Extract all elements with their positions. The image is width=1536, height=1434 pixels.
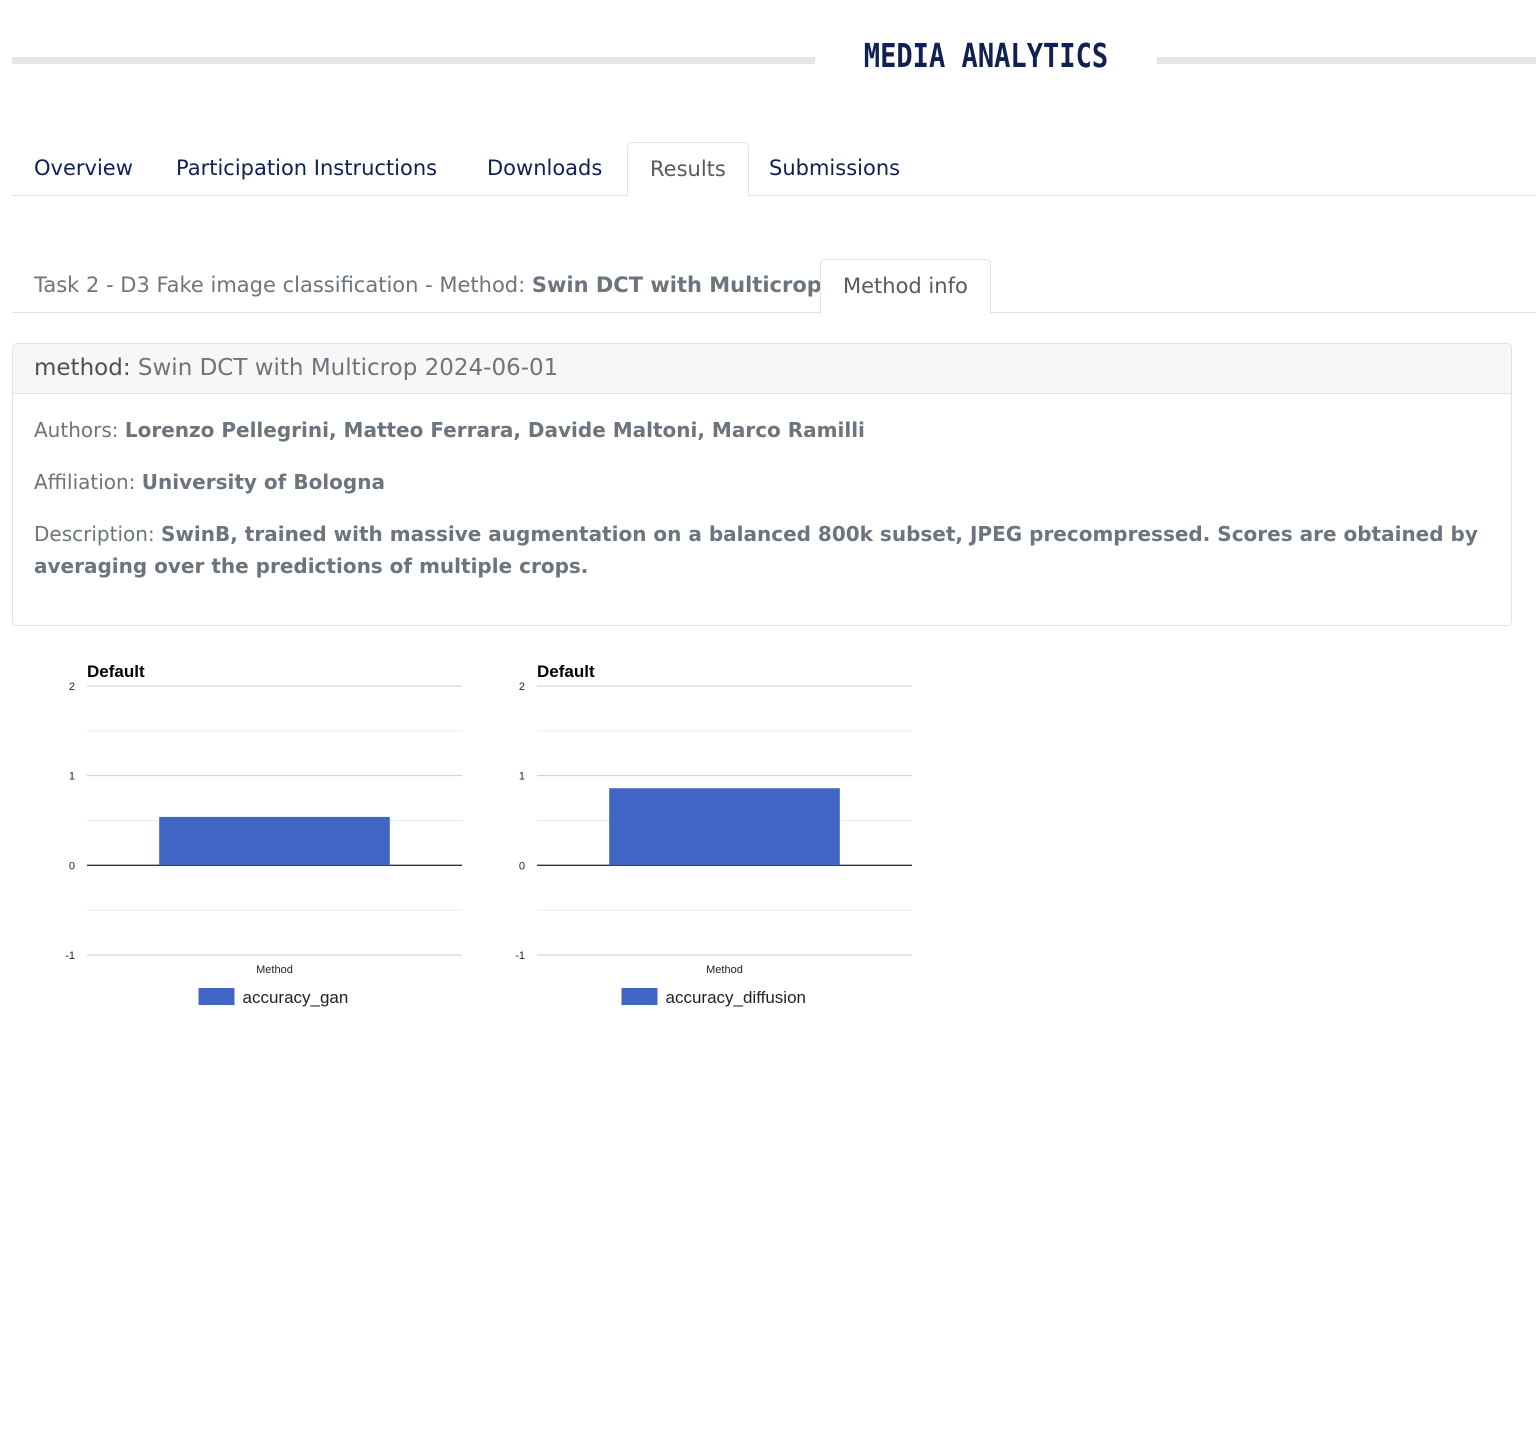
affiliation-label: Affiliation: <box>34 470 142 494</box>
chart-bar[interactable] <box>159 816 390 866</box>
chart-ytick-label: 2 <box>519 681 525 693</box>
chart-accuracy-gan: Default 2 1 0 -1 Method accuracy_gan <box>50 650 490 1020</box>
main-tabs: Overview Participation Instructions Down… <box>12 142 1536 197</box>
method-name: Swin DCT with Multicrop <box>531 273 822 297</box>
chart-ytick-label: -1 <box>65 950 75 962</box>
chart-ytick-label: 1 <box>519 771 525 783</box>
method-key: method: <box>34 355 131 381</box>
description-label: Description: <box>34 522 162 546</box>
authors-label: Authors: <box>34 418 125 442</box>
site-header: MEDIA ANALYTICS <box>0 0 1536 110</box>
legend-label[interactable]: accuracy_diffusion <box>666 988 807 1007</box>
site-title[interactable]: MEDIA ANALYTICS <box>846 36 1126 75</box>
chart-svg: Default 2 1 0 -1 Method accuracy_diffusion <box>515 662 912 1007</box>
legend-swatch[interactable] <box>198 988 235 1005</box>
authors-line: Authors: Lorenzo Pellegrini, Matteo Ferr… <box>34 414 1490 446</box>
task-prefix: Task 2 - D3 Fake image classification - … <box>34 273 532 297</box>
method-tabs: Task 2 - D3 Fake image classification - … <box>12 259 1536 314</box>
affiliation-value: University of Bologna <box>141 470 385 494</box>
chart-bar[interactable] <box>609 788 840 866</box>
legend-swatch[interactable] <box>621 988 658 1005</box>
chart-svg: Default 2 1 0 -1 Method accuracy_gan <box>65 662 462 1007</box>
authors-value: Lorenzo Pellegrini, Matteo Ferrara, Davi… <box>124 418 865 442</box>
tab-overview[interactable]: Overview <box>12 142 155 196</box>
tab-downloads[interactable]: Downloads <box>465 142 624 196</box>
method-card: method: Swin DCT with Multicrop 2024-06-… <box>12 343 1512 626</box>
chart-ytick-label: 2 <box>69 681 75 693</box>
header-rule-left <box>12 57 815 64</box>
method-header-name: Swin DCT with Multicrop <box>137 355 418 381</box>
chart-category-label: Method <box>706 964 743 976</box>
description-line: Description: SwinB, trained with massive… <box>34 518 1490 582</box>
tab-results[interactable]: Results <box>627 142 749 197</box>
chart-title: Default <box>87 662 145 681</box>
method-card-header: method: Swin DCT with Multicrop 2024-06-… <box>13 344 1511 394</box>
description-value: SwinB, trained with massive augmentation… <box>34 522 1478 578</box>
tab-method-info[interactable]: Method info <box>820 259 991 314</box>
tab-participation-instructions[interactable]: Participation Instructions <box>154 142 459 196</box>
method-date: 2024-06-01 <box>424 355 559 381</box>
chart-ytick-label: 0 <box>69 860 75 872</box>
affiliation-line: Affiliation: University of Bologna <box>34 466 1490 498</box>
chart-ytick-label: 0 <box>519 860 525 872</box>
chart-ytick-label: -1 <box>515 950 525 962</box>
header-rule-right <box>1157 57 1536 64</box>
tab-submissions[interactable]: Submissions <box>747 142 922 196</box>
chart-accuracy-diffusion: Default 2 1 0 -1 Method accuracy_diffusion <box>500 650 940 1020</box>
method-card-body: Authors: Lorenzo Pellegrini, Matteo Ferr… <box>13 394 1511 622</box>
tab-task-method[interactable]: Task 2 - D3 Fake image classification - … <box>12 259 844 313</box>
chart-ytick-label: 1 <box>69 771 75 783</box>
chart-category-label: Method <box>256 964 293 976</box>
legend-label[interactable]: accuracy_gan <box>243 988 349 1007</box>
chart-title: Default <box>537 662 595 681</box>
